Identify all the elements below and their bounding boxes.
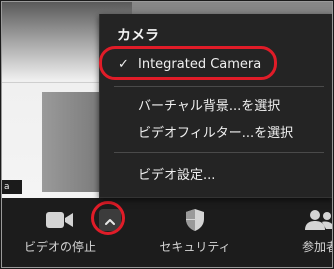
security-label: セキュリティ (159, 240, 231, 254)
highlight-circle-annotation (91, 201, 125, 235)
menu-item-video-settings[interactable]: ビデオ設定... (100, 162, 332, 184)
meeting-toolbar: ビデオの停止 セキュリティ 参加者 (2, 198, 332, 267)
camera-menu: カメラ ✓ Integrated Camera バーチャル背景...を選択 ビデ… (99, 14, 332, 198)
camera-menu-title: カメラ (117, 28, 159, 44)
participants-label: 参加者 (301, 240, 332, 254)
participant-name-tag: a (2, 180, 22, 194)
stop-video-label: ビデオの停止 (23, 240, 96, 254)
video-camera-icon (46, 208, 74, 232)
menu-divider (114, 86, 324, 87)
menu-item-virtual-background[interactable]: バーチャル背景...を選択 (100, 93, 332, 115)
participants-button[interactable]: 参加者 (280, 198, 332, 267)
highlight-rect-annotation (99, 46, 277, 80)
menu-divider (114, 152, 324, 153)
menu-item-video-filter[interactable]: ビデオフィルター...を選択 (100, 120, 332, 142)
meeting-window: a ビデオの停止 セキュリティ 参加 カメラ ✓ Integrated Came… (1, 1, 333, 268)
menu-item-label: ビデオフィルター...を選択 (138, 125, 294, 141)
shield-icon (185, 208, 205, 232)
menu-item-label: ビデオ設定... (138, 167, 216, 183)
security-button[interactable]: セキュリティ (150, 198, 240, 267)
menu-item-label: バーチャル背景...を選択 (138, 98, 281, 114)
participants-icon (303, 208, 332, 232)
